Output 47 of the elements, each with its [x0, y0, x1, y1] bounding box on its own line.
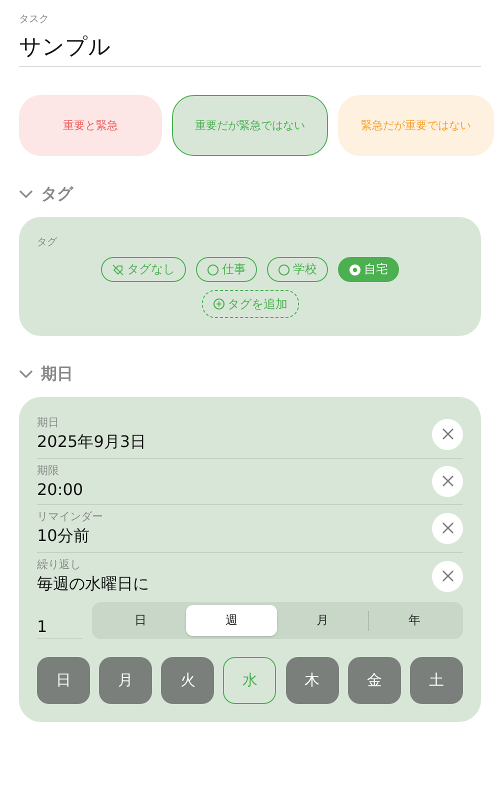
clear-button[interactable]	[432, 560, 463, 592]
tag-chip[interactable]: 学校	[267, 257, 328, 282]
section-header[interactable]: 期日	[19, 364, 73, 385]
weekday-button[interactable]: 火	[161, 657, 214, 704]
field-value[interactable]: 2025年9月3日	[37, 432, 146, 453]
unit-segment[interactable]: 年	[369, 605, 460, 636]
weekday-button[interactable]: 土	[410, 657, 463, 704]
tag-chip[interactable]: 自宅	[338, 257, 399, 282]
tag-chip[interactable]: タグなし	[101, 257, 186, 282]
field-value[interactable]: 毎週の水曜日に	[37, 574, 149, 595]
clear-button[interactable]	[432, 512, 463, 544]
field-label: 期日	[37, 415, 59, 430]
chevron-icon	[19, 370, 33, 379]
chevron-icon	[19, 190, 33, 199]
plus-circle-icon	[212, 298, 224, 310]
field-label: 繰り返し	[37, 557, 81, 572]
weekday-button[interactable]: 月	[99, 657, 152, 704]
panel-label: タグ	[37, 236, 58, 249]
close-icon	[442, 570, 454, 582]
close-icon	[442, 475, 454, 487]
radio-selected-icon	[349, 264, 361, 276]
field-value[interactable]: 10分前	[37, 526, 90, 547]
no-tag-icon	[112, 264, 124, 276]
priority-card[interactable]: 重要だが緊急ではない	[172, 95, 328, 156]
close-icon	[442, 522, 454, 534]
clear-button[interactable]	[432, 466, 463, 496]
field-label: 期限	[37, 463, 59, 478]
task-title-field[interactable]: サンプル	[19, 26, 481, 67]
add-tag-button[interactable]: タグを追加	[202, 290, 298, 318]
interval-field[interactable]: 1	[37, 609, 83, 639]
field-label: タスク	[19, 13, 49, 26]
priority-card[interactable]: 重要と緊急	[19, 95, 162, 156]
unit-segment[interactable]: 週	[186, 605, 277, 636]
weekday-button[interactable]: 金	[348, 657, 401, 704]
weekday-button[interactable]: 日	[37, 657, 90, 704]
tag-chip[interactable]: 仕事	[196, 257, 257, 282]
close-icon	[442, 428, 454, 440]
circle-icon	[278, 264, 290, 276]
field-label: リマインダー	[37, 509, 103, 524]
unit-segment[interactable]: 月	[277, 605, 368, 636]
clear-button[interactable]	[432, 418, 463, 450]
field-value[interactable]: 20:00	[37, 480, 84, 499]
weekday-button[interactable]: 木	[286, 657, 339, 704]
section-header[interactable]: タグ	[19, 184, 73, 205]
unit-segment[interactable]: 日	[95, 605, 186, 636]
weekday-button[interactable]: 水	[223, 657, 276, 704]
circle-icon	[207, 264, 219, 276]
